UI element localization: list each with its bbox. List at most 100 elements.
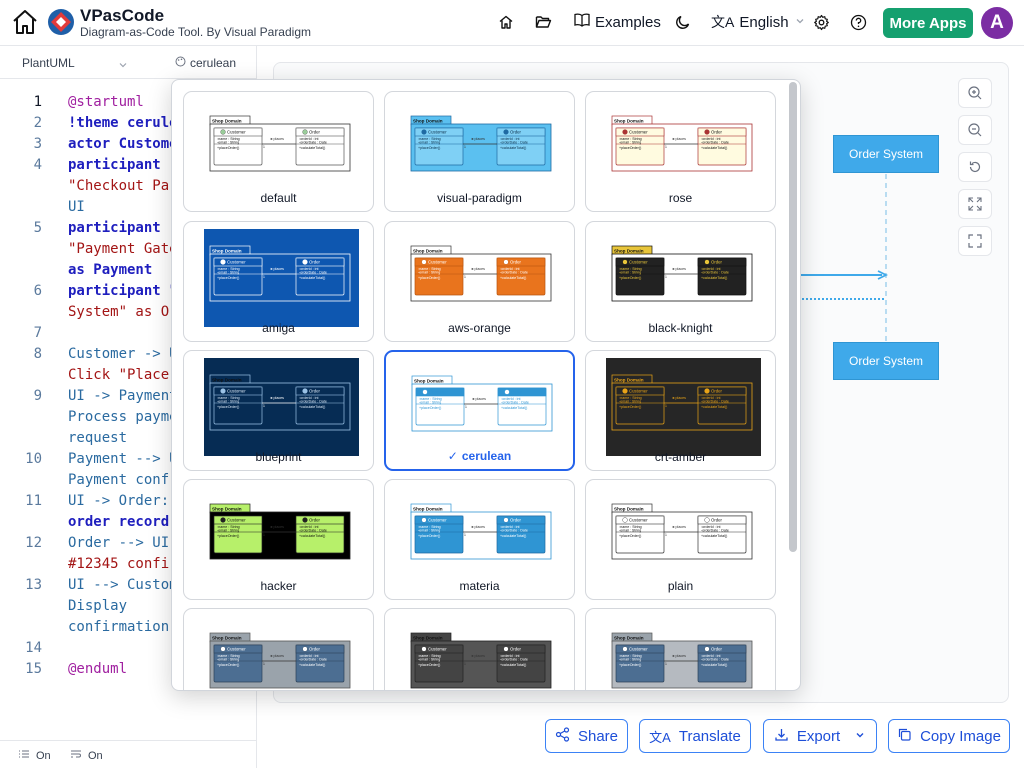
theme-preview-thumbnail: Shop DomainCustomer◦name : String◦email … (606, 99, 761, 197)
theme-card-row5-0[interactable]: Shop Domain Customer ◦name : String ◦email … (183, 608, 374, 690)
share-label: Share (577, 727, 619, 745)
multiplicity-text: 1 (465, 405, 467, 409)
theme-card-aws-orange[interactable]: Shop Domain Customer ◦name : String ◦email … (384, 221, 575, 342)
dark-mode-moon-icon[interactable] (673, 12, 693, 32)
theme-preview-thumbnail: Shop DomainCustomer◦name : String◦email … (204, 229, 359, 327)
theme-picker-scrollbar[interactable] (789, 82, 797, 552)
home-icon[interactable] (10, 7, 40, 37)
relation-label-text: ►places (270, 396, 284, 400)
theme-preview-thumbnail: Shop DomainCustomer◦name : String◦email … (405, 616, 560, 690)
diagram-node-order-system-top[interactable]: Order System (833, 135, 939, 173)
theme-card-visual-paradigm[interactable]: Shop Domain Customer ◦name : String ◦email … (384, 91, 575, 212)
theme-preview-thumbnail: Shop DomainCustomer◦name : String◦email … (606, 229, 761, 327)
folder-open-icon[interactable] (533, 12, 553, 32)
order-class-attr-text: ◦orderDate : Date (701, 528, 729, 532)
package-name-text: Shop Domain (413, 119, 443, 124)
theme-card-materia[interactable]: Shop Domain Customer ◦name : String ◦email … (384, 479, 575, 600)
package-name-text: Shop Domain (212, 119, 242, 124)
package-name-text: Shop Domain (212, 636, 242, 641)
translate-icon: 文A (711, 14, 735, 30)
theme-card-black-knight[interactable]: Shop Domain Customer ◦name : String ◦email … (585, 221, 776, 342)
order-class-name-text: Order (511, 390, 523, 395)
theme-card-blueprint[interactable]: Shop Domain Customer ◦name : String ◦email … (183, 350, 374, 471)
word-wrap-toggle[interactable]: On (70, 749, 103, 762)
theme-select[interactable]: cerulean (175, 56, 236, 70)
home-nav-icon[interactable] (496, 12, 516, 32)
customer-class-attr-text: ◦email : String (619, 270, 641, 274)
zoom-in-icon[interactable] (958, 78, 992, 108)
copy-image-label: Copy Image (920, 727, 1001, 745)
theme-card-row5-2[interactable]: Shop Domain Customer ◦name : String ◦email … (585, 608, 776, 690)
theme-card-label: ✓ cerulean (386, 449, 573, 463)
reset-zoom-icon[interactable] (958, 152, 992, 182)
code-line: UI -> Payment (68, 388, 178, 404)
order-class-attr-text: ◦orderDate : Date (701, 270, 729, 274)
order-class-name-text: Order (510, 130, 522, 135)
translate-button[interactable]: 文A Translate (639, 719, 751, 753)
user-avatar[interactable]: A (981, 7, 1013, 39)
theme-name: crt-amber (654, 450, 707, 464)
theme-card-rose[interactable]: Shop Domain Customer ◦name : String ◦email … (585, 91, 776, 212)
fullscreen-icon[interactable] (958, 226, 992, 256)
order-class-op-text: +calculateTotal() (299, 146, 325, 150)
vpascode-logo-icon (47, 8, 75, 36)
package-name-text: Shop Domain (212, 507, 242, 512)
more-apps-button[interactable]: More Apps (883, 8, 973, 38)
customer-class-attr-text: ◦email : String (619, 140, 641, 144)
diagram-node-order-system-bottom[interactable]: Order System (833, 342, 939, 380)
multiplicity-text: 1 (665, 404, 667, 408)
zoom-out-icon[interactable] (958, 115, 992, 145)
multiplicity-text: 1 (464, 145, 466, 149)
theme-card-hacker[interactable]: Shop Domain Customer ◦name : String ◦email … (183, 479, 374, 600)
line-number: 1 (33, 94, 42, 110)
theme-card-crt-amber[interactable]: Shop Domain Customer ◦name : String ◦email … (585, 350, 776, 471)
language-selector[interactable]: 文A English (711, 12, 806, 32)
theme-card-row5-1[interactable]: Shop Domain Customer ◦name : String ◦email … (384, 608, 575, 690)
order-class-op-text: +calculateTotal() (501, 406, 527, 410)
relation-label-text: ►places (471, 137, 485, 141)
help-question-icon[interactable] (848, 12, 868, 32)
multiplicity-text: 1 (263, 145, 265, 149)
theme-card-plain[interactable]: Shop Domain Customer ◦name : String ◦email … (585, 479, 776, 600)
order-class-op-text: +calculateTotal() (299, 276, 325, 280)
language-select[interactable]: PlantUML (22, 56, 75, 70)
theme-preview-thumbnail: Shop DomainCustomer◦name : String◦email … (405, 487, 560, 585)
language-label: English (739, 13, 789, 31)
relation-label-text: ►places (270, 137, 284, 141)
order-class-attr-text: ◦orderDate : Date (501, 400, 529, 404)
chevron-down-icon[interactable] (118, 57, 128, 75)
theme-card-amiga[interactable]: Shop Domain Customer ◦name : String ◦email … (183, 221, 374, 342)
theme-preview-thumbnail: Shop DomainCustomer◦name : String◦email … (204, 616, 359, 690)
theme-card-cerulean[interactable]: Shop Domain Customer ◦name : String ◦email … (384, 350, 575, 471)
code-line: #12345 confi (68, 556, 170, 572)
relation-label-text: ►places (270, 525, 284, 529)
customer-class-name-text: Customer (629, 389, 648, 394)
customer-class-attr-text: ◦email : String (217, 657, 239, 661)
settings-gear-icon[interactable] (811, 12, 831, 32)
theme-name: amiga (262, 321, 295, 335)
theme-card-default[interactable]: Shop Domain Customer ◦name : String ◦email … (183, 91, 374, 212)
code-line: Customer -> U (68, 346, 178, 362)
order-class-name-text: Order (711, 130, 723, 135)
copy-image-button[interactable]: Copy Image (888, 719, 1010, 753)
package-name-text: Shop Domain (212, 378, 242, 383)
line-numbers-toggle[interactable]: On (18, 749, 51, 762)
export-button[interactable]: Export (763, 719, 877, 753)
fit-to-screen-icon[interactable] (958, 189, 992, 219)
theme-card-label: aws-orange (385, 321, 574, 335)
code-line: participant (68, 157, 161, 173)
code-line: Process payme (68, 409, 178, 425)
line-number: 9 (33, 388, 42, 404)
share-button[interactable]: Share (545, 719, 628, 753)
customer-class-name-text: Customer (428, 518, 447, 523)
theme-preview-thumbnail: Shop DomainCustomer◦name : String◦email … (405, 229, 560, 327)
customer-class-op-text: +placeOrder() (418, 276, 440, 280)
theme-card-label: hacker (184, 579, 373, 593)
examples-button[interactable]: Examples (574, 12, 661, 32)
order-class-attr-text: ◦orderDate : Date (500, 140, 528, 144)
line-number: 3 (33, 136, 42, 152)
customer-class-op-text: +placeOrder() (217, 276, 239, 280)
package-name-text: Shop Domain (614, 119, 644, 124)
theme-name: plain (667, 579, 694, 593)
order-class-name-text: Order (711, 389, 723, 394)
